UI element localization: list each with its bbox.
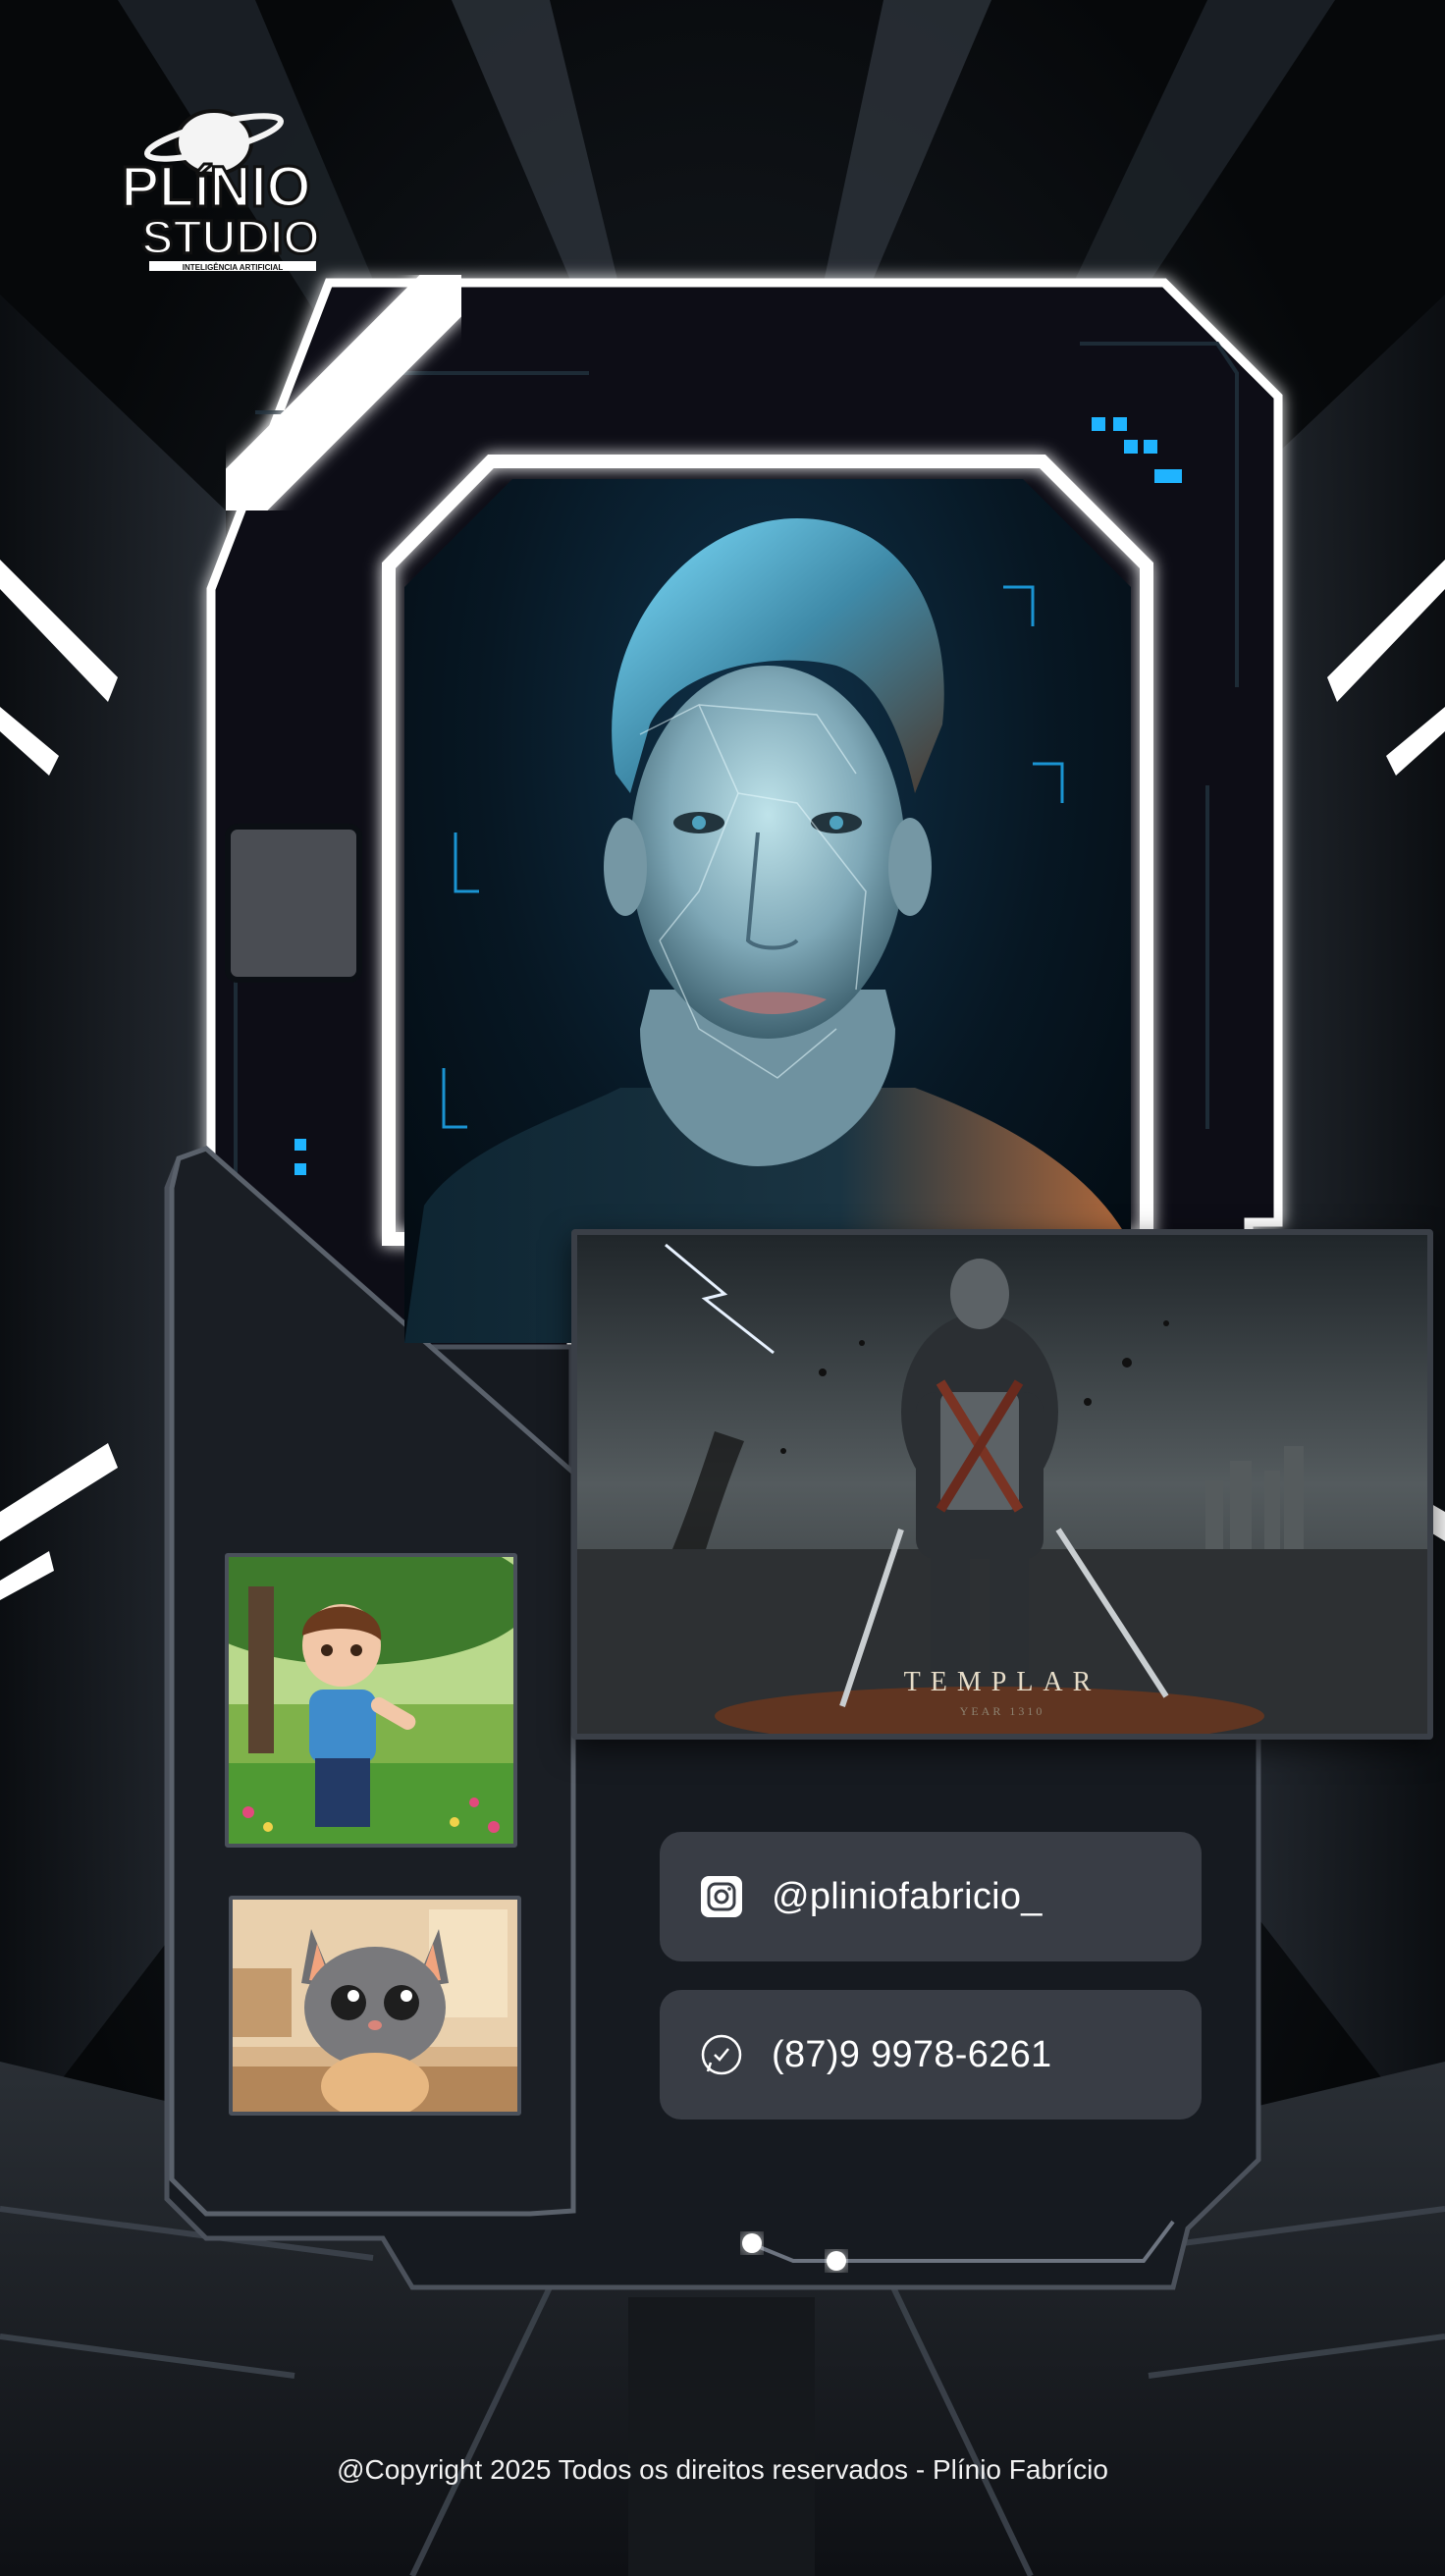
instagram-handle: @pliniofabricio_ [772, 1875, 1043, 1917]
phone-number: (87)9 9978-6261 [772, 2033, 1052, 2075]
featured-templar-image[interactable]: TEMPLAR YEAR 1310 [571, 1229, 1433, 1740]
whatsapp-contact[interactable]: (87)9 9978-6261 [660, 1990, 1202, 2120]
templar-title: TEMPLAR [903, 1667, 1101, 1697]
thumbnail-boy[interactable] [225, 1553, 517, 1848]
templar-subtitle: YEAR 1310 [959, 1704, 1045, 1718]
thumbnail-cat[interactable] [229, 1896, 521, 2116]
instagram-contact[interactable]: @pliniofabricio_ [660, 1832, 1202, 1961]
instagram-icon [701, 1876, 742, 1917]
copyright-footer: @Copyright 2025 Todos os direitos reserv… [337, 2454, 1108, 2485]
portrait-image [404, 479, 1131, 1343]
whatsapp-icon [701, 2034, 742, 2075]
